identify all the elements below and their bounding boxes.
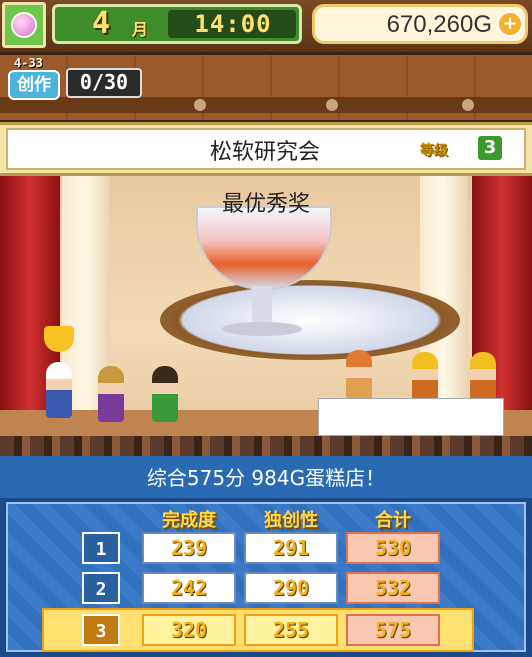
level-value: 3 [478, 136, 502, 160]
month-number: 4 [92, 6, 111, 41]
row-number: 3 [82, 614, 120, 646]
total-cell: 532 [346, 572, 440, 604]
audience-crowd [0, 436, 532, 456]
player-avatar-icon[interactable] [2, 2, 46, 48]
create-count: 0/30 [79, 70, 129, 94]
chef-character [46, 362, 72, 418]
wall-peg [462, 99, 474, 111]
total-cell: 530 [346, 532, 440, 564]
row-number: 1 [82, 532, 120, 564]
score-cell: 320 [142, 614, 236, 646]
staff-character [152, 366, 178, 422]
month-unit: 月 [132, 20, 149, 39]
total-cell: 575 [346, 614, 440, 646]
summary-text: 综合575分 984G蛋糕店！ [146, 466, 386, 490]
wood-beam [0, 97, 532, 113]
award-title: 最优秀奖 [221, 192, 310, 217]
score-cell: 290 [244, 572, 338, 604]
wall-peg [326, 99, 338, 111]
row-number: 2 [82, 572, 120, 604]
contest-name: 松软研究会 [209, 140, 320, 165]
add-gold-button[interactable]: + [497, 11, 523, 37]
score-cell: 291 [244, 532, 338, 564]
wall-peg [194, 99, 206, 111]
create-date: 4-33 [14, 56, 43, 70]
judges-table [318, 398, 504, 436]
staff-character [98, 366, 124, 422]
gold-amount: 670,260G [386, 11, 492, 38]
score-cell: 242 [142, 572, 236, 604]
create-badge[interactable]: 创作 [8, 70, 60, 100]
score-cell: 239 [142, 532, 236, 564]
header-originality: 独创性 [264, 510, 318, 531]
trophy-icon [44, 326, 74, 352]
header-total: 合计 [375, 510, 411, 531]
header-completion: 完成度 [162, 510, 216, 531]
clock-time: 14:00 [194, 10, 272, 38]
level-label: 等级 [420, 143, 448, 159]
score-cell: 255 [244, 614, 338, 646]
